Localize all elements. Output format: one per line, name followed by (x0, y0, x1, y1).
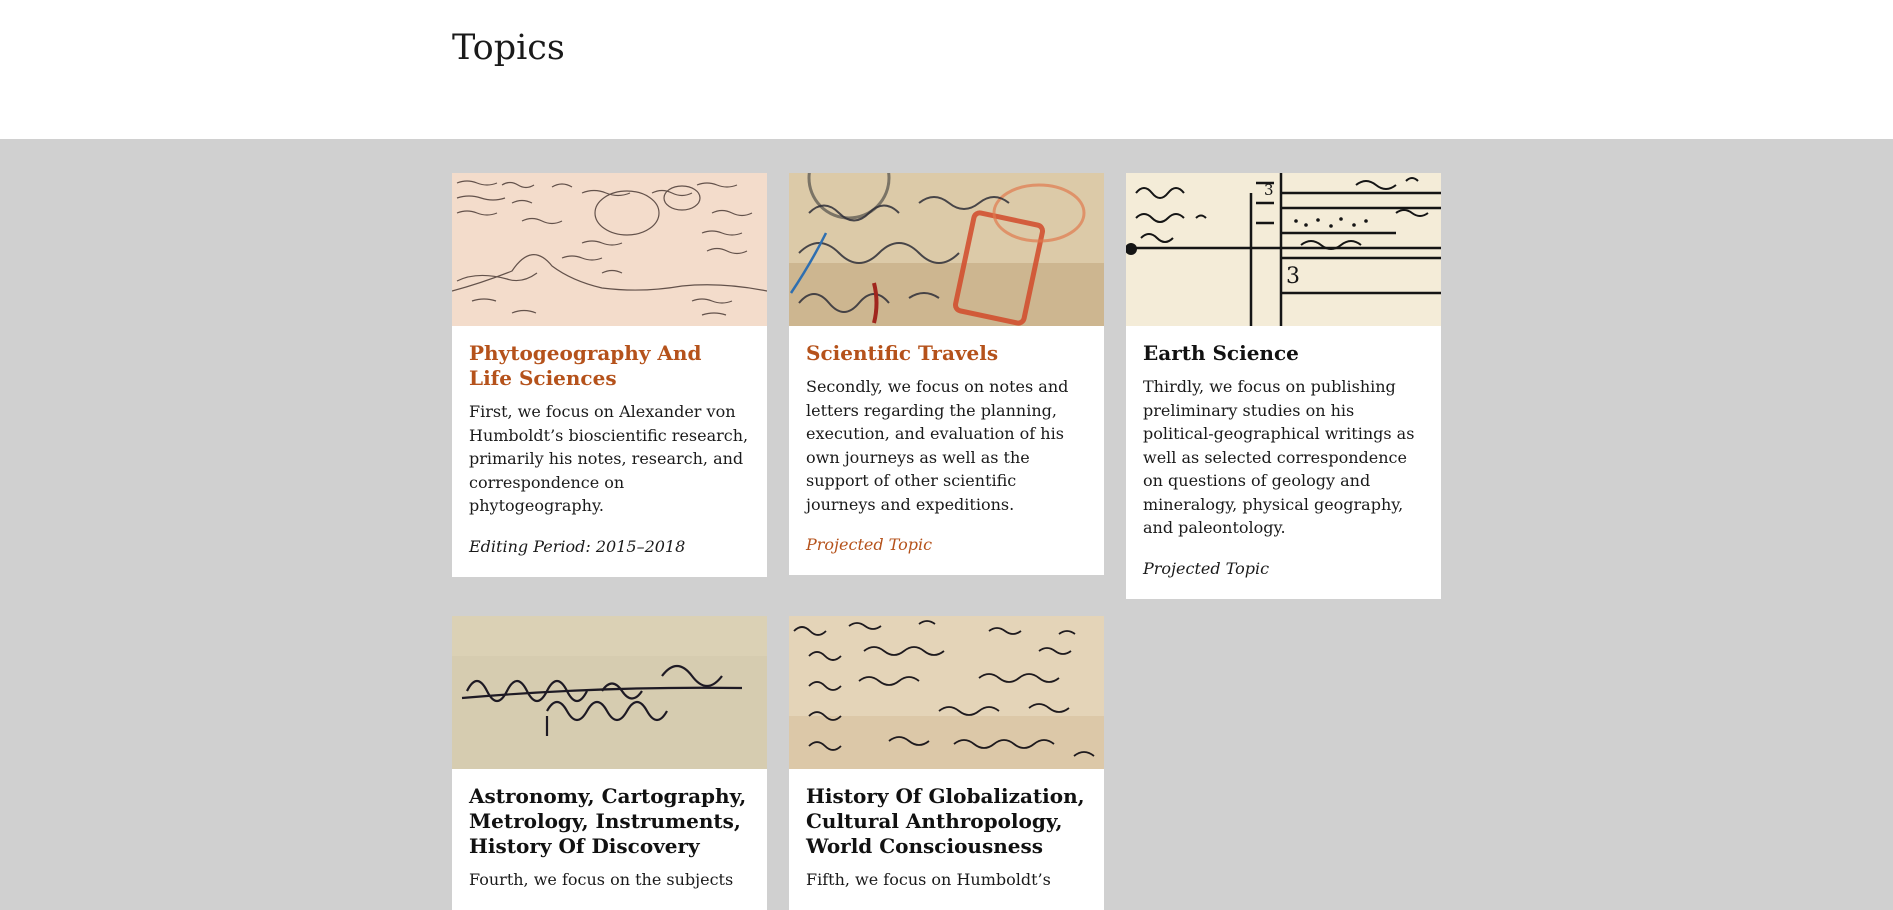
topics-grid: Phytogeography And Life Sciences First, … (452, 173, 1442, 910)
svg-text:3: 3 (1286, 264, 1300, 289)
topic-thumbnail-image[interactable] (789, 615, 1104, 769)
topic-card-scientific-travels[interactable]: Scientific Travels Secondly, we focus on… (789, 173, 1104, 575)
svg-text:3: 3 (1264, 181, 1274, 199)
topic-description: First, we focus on Alexander von Humbold… (469, 402, 749, 515)
topic-description: Secondly, we focus on notes and letters … (806, 377, 1069, 514)
topic-card-history-of-globalization[interactable]: History Of Globalization, Cultural Anthr… (789, 615, 1104, 910)
topic-card-phytogeography[interactable]: Phytogeography And Life Sciences First, … (452, 173, 767, 577)
topic-title[interactable]: Phytogeography And Life Sciences (469, 341, 750, 391)
topic-card-earth-science[interactable]: 3 3 Earth Science Thirdly, we focus on p… (1126, 173, 1441, 599)
topic-title[interactable]: Scientific Travels (806, 341, 1087, 366)
topic-description: Fifth, we focus on Humboldt’s (806, 869, 1051, 889)
topic-status: Projected Topic (1143, 558, 1270, 578)
topic-thumbnail-image[interactable] (452, 173, 767, 326)
topic-title[interactable]: Astronomy, Cartography, Metrology, Instr… (469, 784, 750, 859)
topic-title[interactable]: History Of Globalization, Cultural Anthr… (806, 784, 1087, 859)
topic-status: Editing Period: 2015–2018 (469, 536, 686, 556)
topic-thumbnail-image[interactable] (452, 615, 767, 769)
topic-title[interactable]: Earth Science (1143, 341, 1424, 366)
topic-thumbnail-image[interactable]: 3 3 (1126, 173, 1441, 326)
topic-card-astronomy[interactable]: Astronomy, Cartography, Metrology, Instr… (452, 615, 767, 910)
topic-thumbnail-image[interactable] (789, 173, 1104, 326)
topic-status: Projected Topic (806, 535, 933, 554)
topic-description: Fourth, we focus on the subjects (469, 869, 734, 889)
page-header: Topics (0, 0, 1893, 139)
topic-description: Thirdly, we focus on publishing prelimin… (1143, 377, 1415, 537)
page-title: Topics (452, 28, 565, 68)
